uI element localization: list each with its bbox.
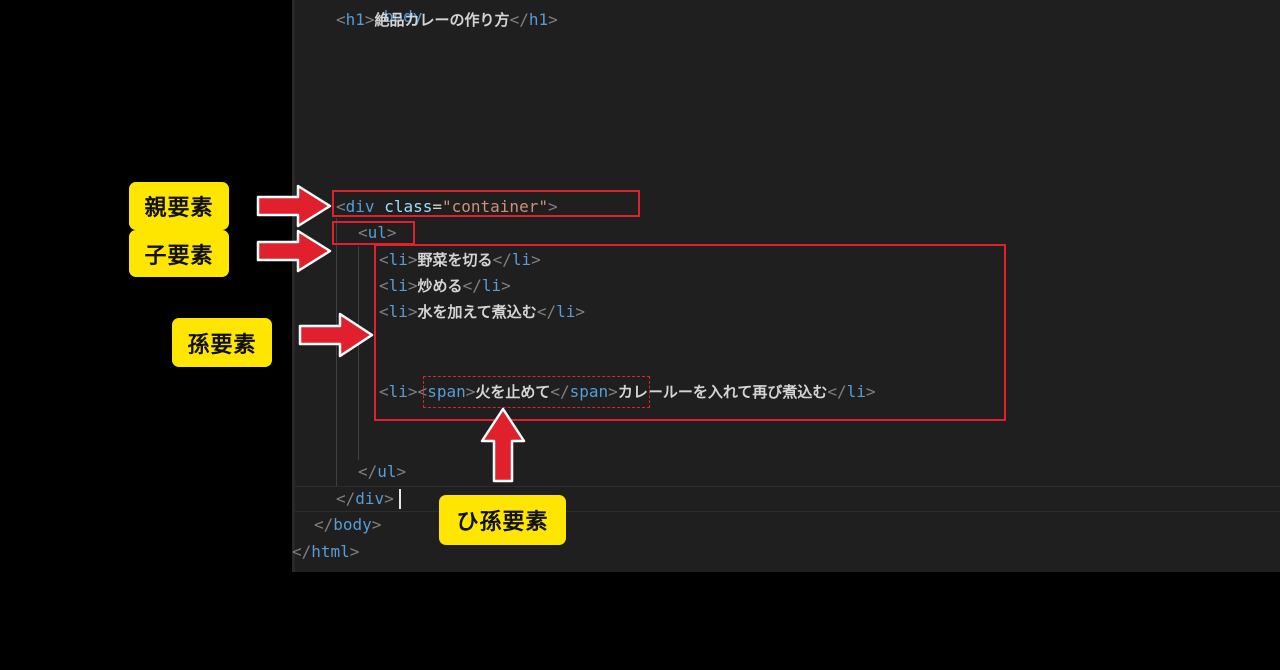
red-arrow-icon [256, 229, 332, 273]
tag-name: h1 [345, 10, 365, 29]
grandchild-element-callout: 孫要素 [172, 318, 272, 367]
parent-element-highlight [332, 190, 640, 217]
bracket: < [336, 10, 346, 29]
bracket: > [548, 10, 558, 29]
tag-name: body [333, 515, 372, 534]
bracket: > [384, 489, 394, 508]
great-grandchild-element-highlight [423, 376, 650, 408]
bracket: > [349, 542, 360, 561]
text-cursor [399, 489, 401, 509]
code-line-html-close: </html> [292, 542, 359, 562]
bracket: </ [358, 462, 378, 481]
bracket: </ [314, 515, 334, 534]
child-element-callout: 子要素 [129, 230, 229, 277]
heading-text: 絶品カレーの作り方 [374, 11, 510, 29]
red-arrow-icon [256, 184, 332, 228]
red-arrow-icon [298, 312, 374, 358]
code-line-h1: <h1>絶品カレーの作り方</h1> [336, 10, 558, 30]
bracket: > [371, 515, 382, 534]
code-line-body-close: </body> [314, 515, 381, 535]
tag-name: html [311, 542, 350, 561]
tag-name: div [355, 489, 385, 508]
tag-name: ul [377, 462, 397, 481]
parent-element-callout: 親要素 [129, 182, 229, 230]
tag-name: h1 [528, 10, 549, 29]
screenshot-stage: body <h1>絶品カレーの作り方</h1> <div class="cont… [0, 0, 1280, 670]
great-grandchild-element-callout: ひ孫要素 [439, 495, 566, 545]
bracket: > [364, 10, 375, 29]
code-line-ul-close: </ul> [358, 462, 406, 482]
bracket: > [396, 462, 407, 481]
bracket: </ [292, 542, 312, 561]
child-element-highlight [332, 221, 415, 245]
code-line-div-close: </div> [336, 489, 394, 509]
bracket: </ [509, 10, 529, 29]
bracket: </ [336, 489, 356, 508]
code-line-body-partial: body [326, 0, 423, 26]
red-arrow-icon [480, 407, 526, 483]
